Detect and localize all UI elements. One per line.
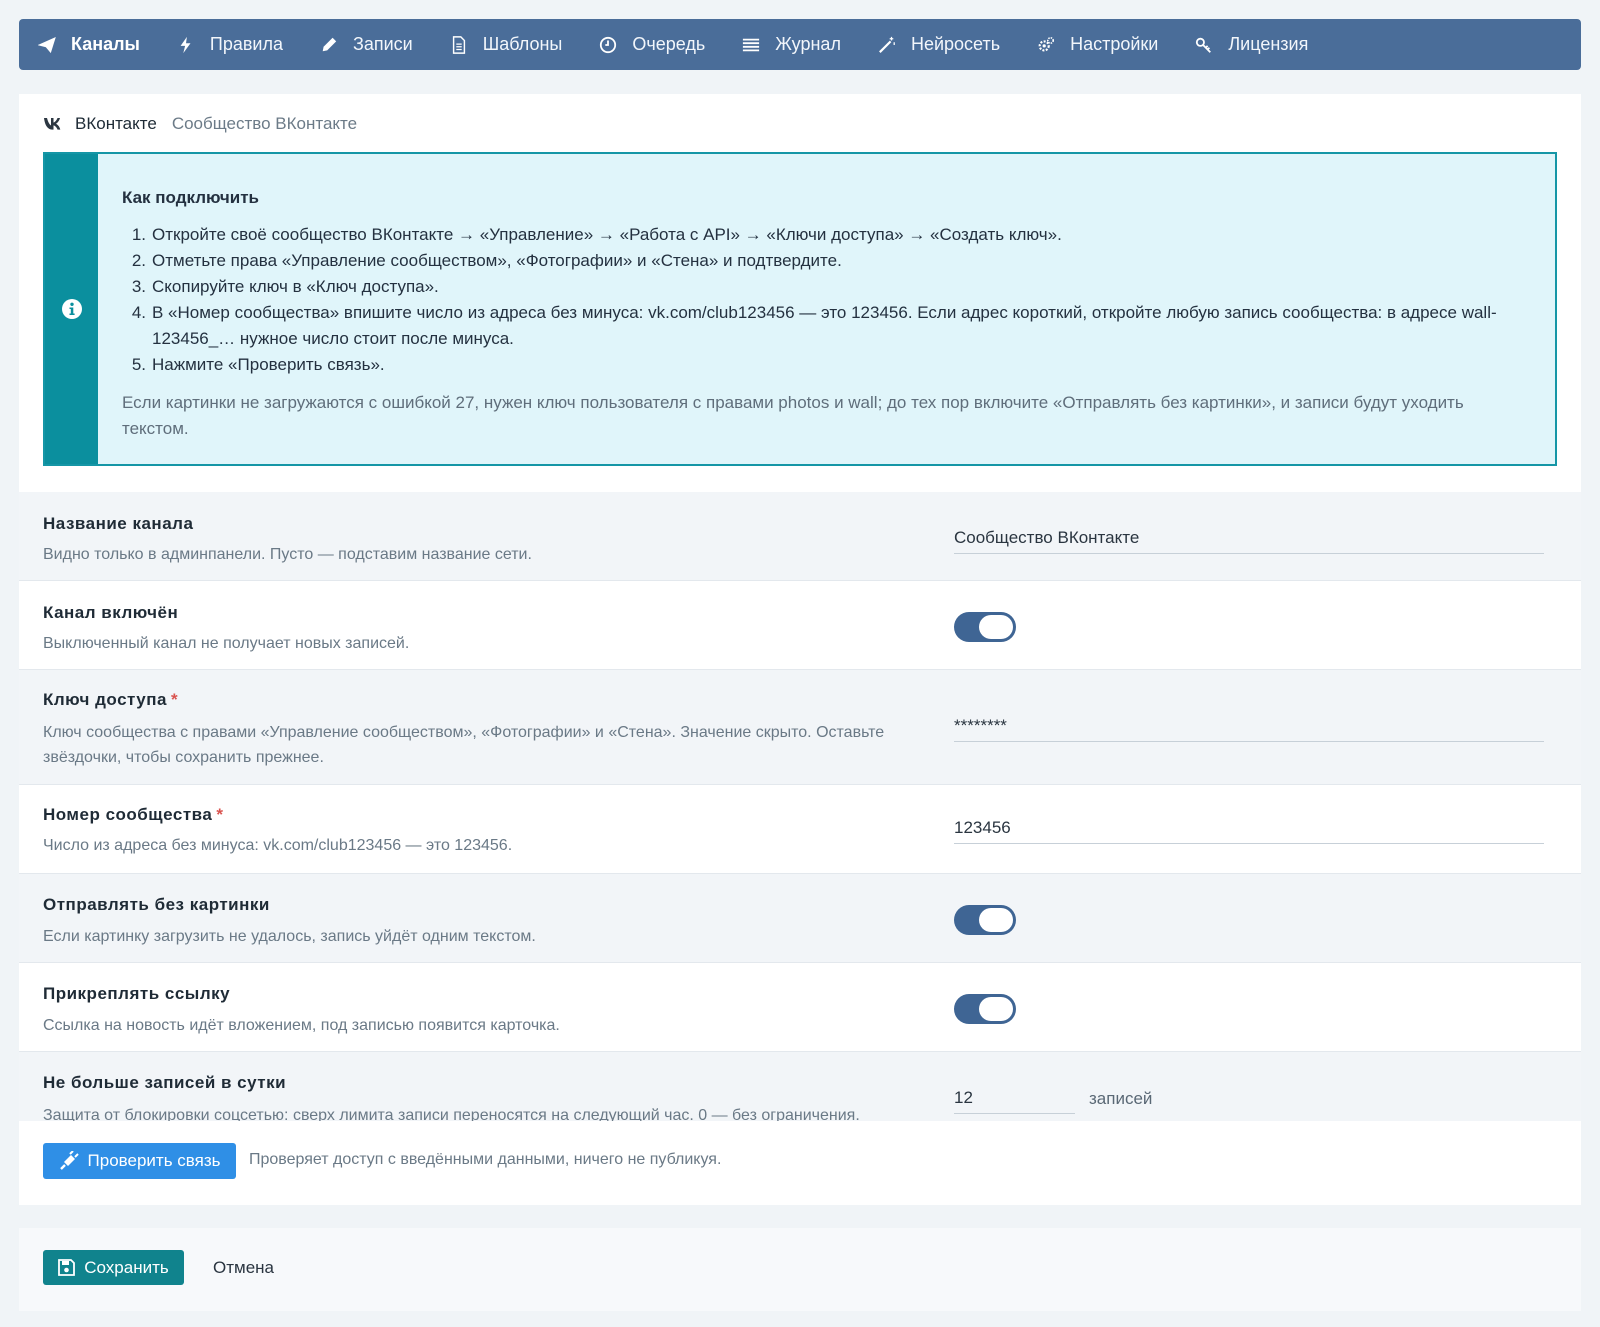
field-help: Число из адреса без минуса: vk.com/club1… xyxy=(43,837,513,854)
field-label: Ключ доступа * xyxy=(43,690,178,710)
nav-label: Каналы xyxy=(71,34,140,54)
access-token-input[interactable]: ******** xyxy=(954,710,1544,742)
field-help: Ключ сообщества с правами «Управление со… xyxy=(43,724,885,766)
nav-label: Лицензия xyxy=(1228,34,1309,54)
step-text: Откройте своё сообщество ВКонтакте → «Уп… xyxy=(152,225,1062,244)
info-body: Как подключить 1. Откройте своё сообществ… xyxy=(98,154,1555,464)
form-row-group-id: Номер сообщества * Число из адреса без ми… xyxy=(19,785,1581,874)
info-bar xyxy=(45,154,98,464)
info-note: Если картинки не загружаются с ошибкой 2… xyxy=(122,393,1464,438)
key-icon xyxy=(1194,35,1214,55)
nav-label: Настройки xyxy=(1070,34,1159,54)
attach-link-toggle[interactable] xyxy=(954,994,1016,1024)
check-connection-row: Проверить связь Проверяет доступ с введё… xyxy=(19,1121,1581,1205)
daily-limit-input[interactable]: 12 xyxy=(954,1082,1075,1114)
nav-item-posts[interactable]: Записи xyxy=(319,19,413,70)
floppy-disk-icon xyxy=(58,1259,76,1276)
step-number: 1. xyxy=(131,225,146,244)
required-marker: * xyxy=(216,805,224,824)
clock-icon xyxy=(598,35,618,55)
field-label-text: Ключ доступа xyxy=(43,690,167,709)
step-text: Нажмите «Проверить связь». xyxy=(152,355,385,374)
step-number: 4. xyxy=(131,303,146,322)
form-row-attach-link: Прикреплять ссылку Ссылка на новость идё… xyxy=(19,963,1581,1052)
how-to-connect-panel: Как подключить 1. Откройте своё сообществ… xyxy=(43,152,1557,466)
field-label: Название канала xyxy=(43,514,194,533)
network-name: ВКонтакте xyxy=(75,114,157,133)
toggle-knob xyxy=(979,997,1013,1021)
instruction-list: 1. Откройте своё сообщество ВКонтакте → «… xyxy=(122,222,1515,378)
channel-card: ВКонтакте Сообщество ВКонтакте Как подкл… xyxy=(19,94,1581,492)
form-row-channel-enabled: Канал включён Выключенный канал не получ… xyxy=(19,581,1581,670)
form-footer: Сохранить Отмена xyxy=(19,1228,1581,1311)
step-text: Скопируйте ключ в «Ключ доступа». xyxy=(152,277,439,296)
channel-name-input[interactable]: Сообщество ВКонтакте xyxy=(954,522,1544,554)
step-number: 2. xyxy=(131,251,146,270)
pencil-icon xyxy=(319,35,339,55)
vk-logo-icon xyxy=(44,118,61,130)
group-id-input[interactable]: 123456 xyxy=(954,812,1544,844)
toggle-knob xyxy=(979,615,1013,639)
field-label-text: Номер сообщества xyxy=(43,805,213,824)
step-number: 5. xyxy=(131,355,146,374)
nav-item-templates[interactable]: Шаблоны xyxy=(449,19,563,70)
plug-icon xyxy=(59,1151,79,1170)
nav-item-log[interactable]: Журнал xyxy=(741,19,841,70)
field-label: Не больше записей в сутки xyxy=(43,1073,287,1092)
field-help: Если картинку загрузить не удалось, запи… xyxy=(43,928,536,945)
bolt-icon xyxy=(176,35,196,55)
nav-item-channels[interactable]: Каналы xyxy=(37,19,140,70)
info-icon xyxy=(61,299,82,319)
nav-label: Очередь xyxy=(632,34,706,54)
magic-wand-icon xyxy=(877,35,897,55)
instruction-step: 4. В «Номер сообщества» впишите число из … xyxy=(122,300,1515,352)
instruction-step: 1. Откройте своё сообщество ВКонтакте → «… xyxy=(122,222,1515,248)
save-label: Сохранить xyxy=(84,1257,169,1277)
form-row-send-without-image: Отправлять без картинки Если картинку за… xyxy=(19,874,1581,963)
save-button[interactable]: Сохранить xyxy=(43,1250,184,1285)
channel-subtitle: Сообщество ВКонтакте xyxy=(171,114,358,133)
field-help: Ссылка на новость идёт вложением, под за… xyxy=(43,1017,560,1034)
check-connection-note: Проверяет доступ с введёнными данными, н… xyxy=(249,1151,722,1168)
channel-enabled-toggle[interactable] xyxy=(954,612,1016,642)
step-text: В «Номер сообщества» впишите число из ад… xyxy=(152,303,1497,348)
field-label: Номер сообщества * xyxy=(43,805,223,825)
nav-label: Записи xyxy=(353,34,413,54)
top-navigation: Каналы Правила Записи Шаблоны Очередь Жу… xyxy=(19,19,1581,70)
field-label: Канал включён xyxy=(43,603,179,622)
nav-label: Журнал xyxy=(775,34,841,54)
required-marker: * xyxy=(170,690,179,709)
check-connection-label: Проверить связь xyxy=(87,1151,221,1170)
nav-label: Шаблоны xyxy=(482,34,563,54)
field-help: Выключенный канал не получает новых запи… xyxy=(43,635,410,652)
send-without-image-toggle[interactable] xyxy=(954,905,1016,935)
step-text: Отметьте права «Управление сообществом»,… xyxy=(152,251,842,270)
form-row-channel-name: Название канала Видно только в админпане… xyxy=(19,492,1581,581)
field-label: Отправлять без картинки xyxy=(43,895,270,914)
document-icon xyxy=(449,35,469,55)
nav-label: Правила xyxy=(209,34,283,54)
instruction-step: 3. Скопируйте ключ в «Ключ доступа». xyxy=(122,274,1515,300)
cancel-button[interactable]: Отмена xyxy=(213,1258,274,1278)
form-row-access-token: Ключ доступа * Ключ сообщества с правами … xyxy=(19,670,1581,785)
channel-header: ВКонтакте Сообщество ВКонтакте xyxy=(43,114,357,134)
info-title: Как подключить xyxy=(122,188,259,207)
nav-item-settings[interactable]: Настройки xyxy=(1036,19,1158,70)
nav-item-queue[interactable]: Очередь xyxy=(598,19,705,70)
paper-plane-icon xyxy=(37,35,57,55)
daily-limit-unit: записей xyxy=(1089,1089,1153,1108)
nav-item-ai[interactable]: Нейросеть xyxy=(877,19,1000,70)
field-help: Видно только в админпанели. Пусто — подс… xyxy=(43,546,532,563)
list-icon xyxy=(741,35,761,55)
instruction-step: 2. Отметьте права «Управление сообществом… xyxy=(122,248,1515,274)
nav-label: Нейросеть xyxy=(910,34,1001,54)
nav-item-rules[interactable]: Правила xyxy=(176,19,283,70)
instruction-step: 5. Нажмите «Проверить связь». xyxy=(122,352,1515,378)
gears-icon xyxy=(1036,35,1056,55)
toggle-knob xyxy=(979,908,1013,932)
field-label: Прикреплять ссылку xyxy=(43,984,231,1003)
nav-item-license[interactable]: Лицензия xyxy=(1194,19,1308,70)
step-number: 3. xyxy=(131,277,146,296)
check-connection-button[interactable]: Проверить связь xyxy=(43,1143,236,1179)
